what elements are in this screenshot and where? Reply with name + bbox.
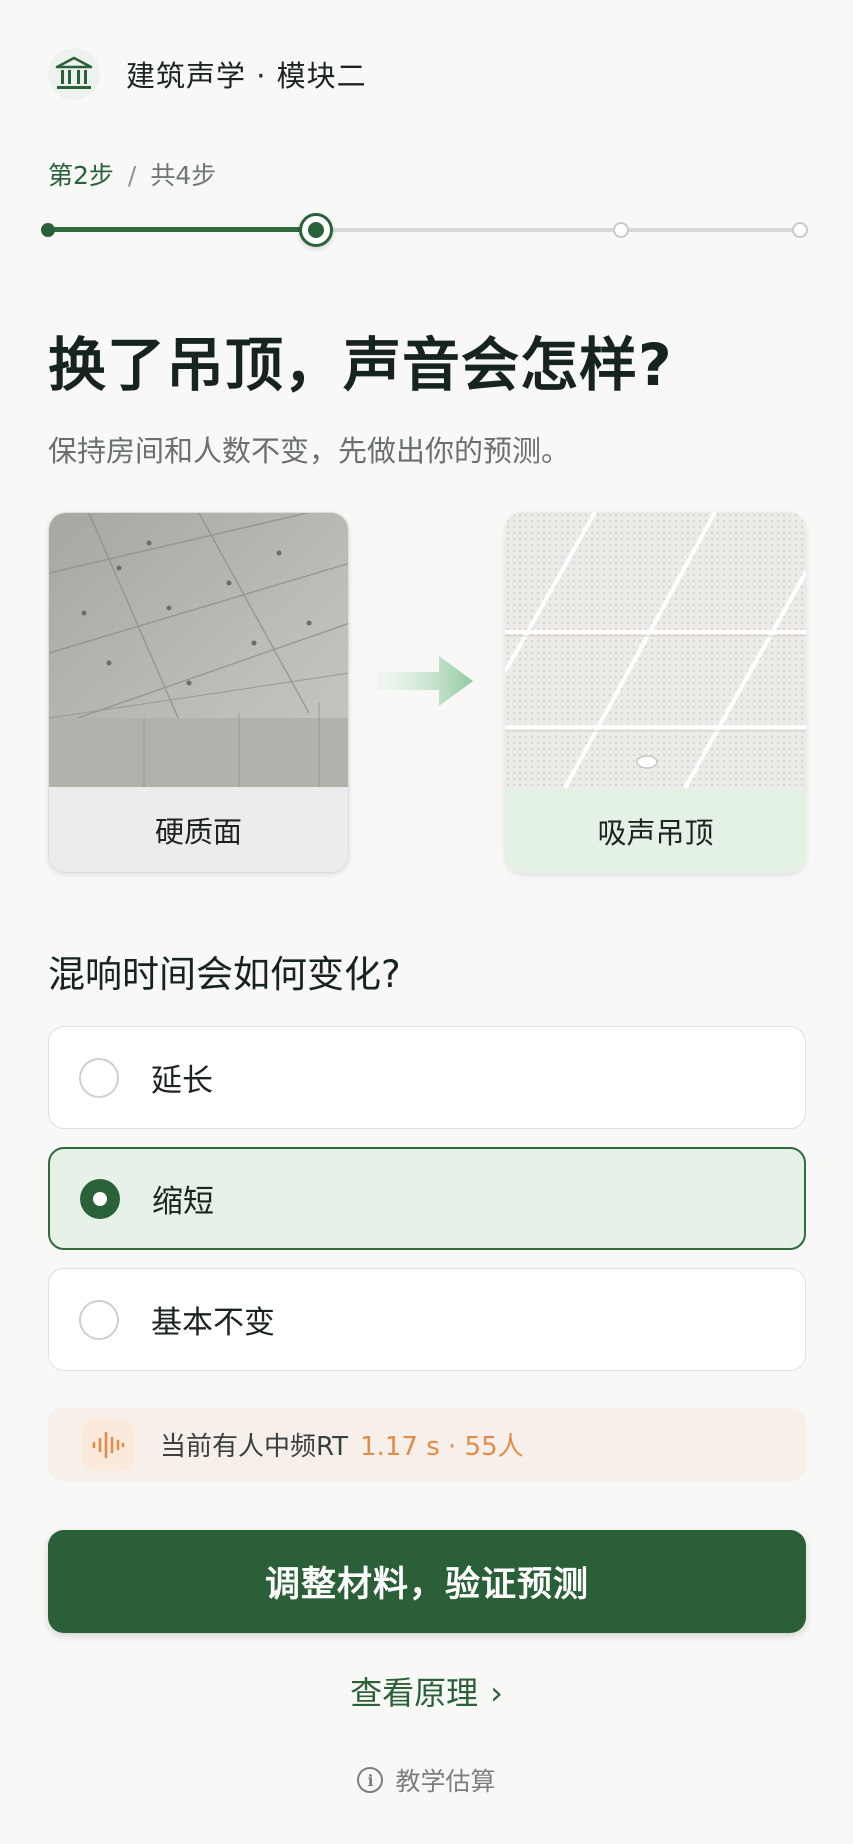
step-progress-bar xyxy=(40,210,814,250)
arrow-right-icon xyxy=(377,650,477,712)
step-dot-1 xyxy=(41,223,55,237)
progress-track-completed xyxy=(48,227,310,232)
concrete-ceiling-image xyxy=(49,513,348,790)
radio-unselected[interactable] xyxy=(79,1057,119,1098)
material-card-acoustic-ceiling: 吸声吊顶 xyxy=(505,512,806,873)
option-label: 基本不变 xyxy=(151,1305,275,1341)
material-card-hard-surface: 硬质面 xyxy=(48,512,349,873)
step-dot-4 xyxy=(792,222,808,238)
current-rt-info: 当前有人中频RT 1.17 s · 55人 xyxy=(48,1408,806,1481)
view-principle-link[interactable]: 查看原理 › xyxy=(0,1668,853,1714)
page-title: 换了吊顶，声音会怎样? xyxy=(48,331,673,399)
option-lengthen[interactable]: 延长 xyxy=(48,1026,806,1129)
step-separator: / xyxy=(127,161,137,190)
option-unchanged[interactable]: 基本不变 xyxy=(48,1268,806,1371)
progress-track-remaining xyxy=(330,228,800,232)
radio-selected[interactable] xyxy=(80,1178,120,1219)
rt-value: 1.17 s · 55人 xyxy=(360,1432,524,1462)
radio-unselected[interactable] xyxy=(79,1299,119,1340)
acoustic-ceiling-tiles-image xyxy=(505,512,806,789)
question-text: 混响时间会如何变化? xyxy=(48,953,401,996)
step-counter: 第2步 / 共4步 xyxy=(48,156,216,192)
info-icon: i xyxy=(357,1767,384,1793)
chevron-right-icon: › xyxy=(490,1674,503,1712)
building-columns-icon xyxy=(48,48,100,100)
option-label: 延长 xyxy=(151,1063,213,1099)
sound-wave-icon xyxy=(82,1418,134,1471)
current-step-label: 第2步 xyxy=(48,161,114,190)
option-shorten[interactable]: 缩短 xyxy=(48,1147,806,1250)
material-label-after: 吸声吊顶 xyxy=(505,788,806,873)
step-dot-2-current xyxy=(299,213,333,247)
step-dot-3 xyxy=(613,222,629,238)
material-label-before: 硬质面 xyxy=(49,787,348,872)
view-principle-label: 查看原理 xyxy=(350,1674,479,1712)
module-title: 建筑声学 · 模块二 xyxy=(126,59,367,93)
option-label: 缩短 xyxy=(152,1184,214,1220)
total-steps-label: 共4步 xyxy=(150,161,217,190)
verify-prediction-button[interactable]: 调整材料，验证预测 xyxy=(48,1530,806,1633)
rt-label: 当前有人中频RT xyxy=(160,1432,349,1462)
teaching-estimate-note: i 教学估算 xyxy=(0,1762,853,1798)
page-subtitle: 保持房间和人数不变，先做出你的预测。 xyxy=(48,434,571,468)
footnote-label: 教学估算 xyxy=(395,1767,496,1796)
app-header: 建筑声学 · 模块二 xyxy=(48,48,367,100)
